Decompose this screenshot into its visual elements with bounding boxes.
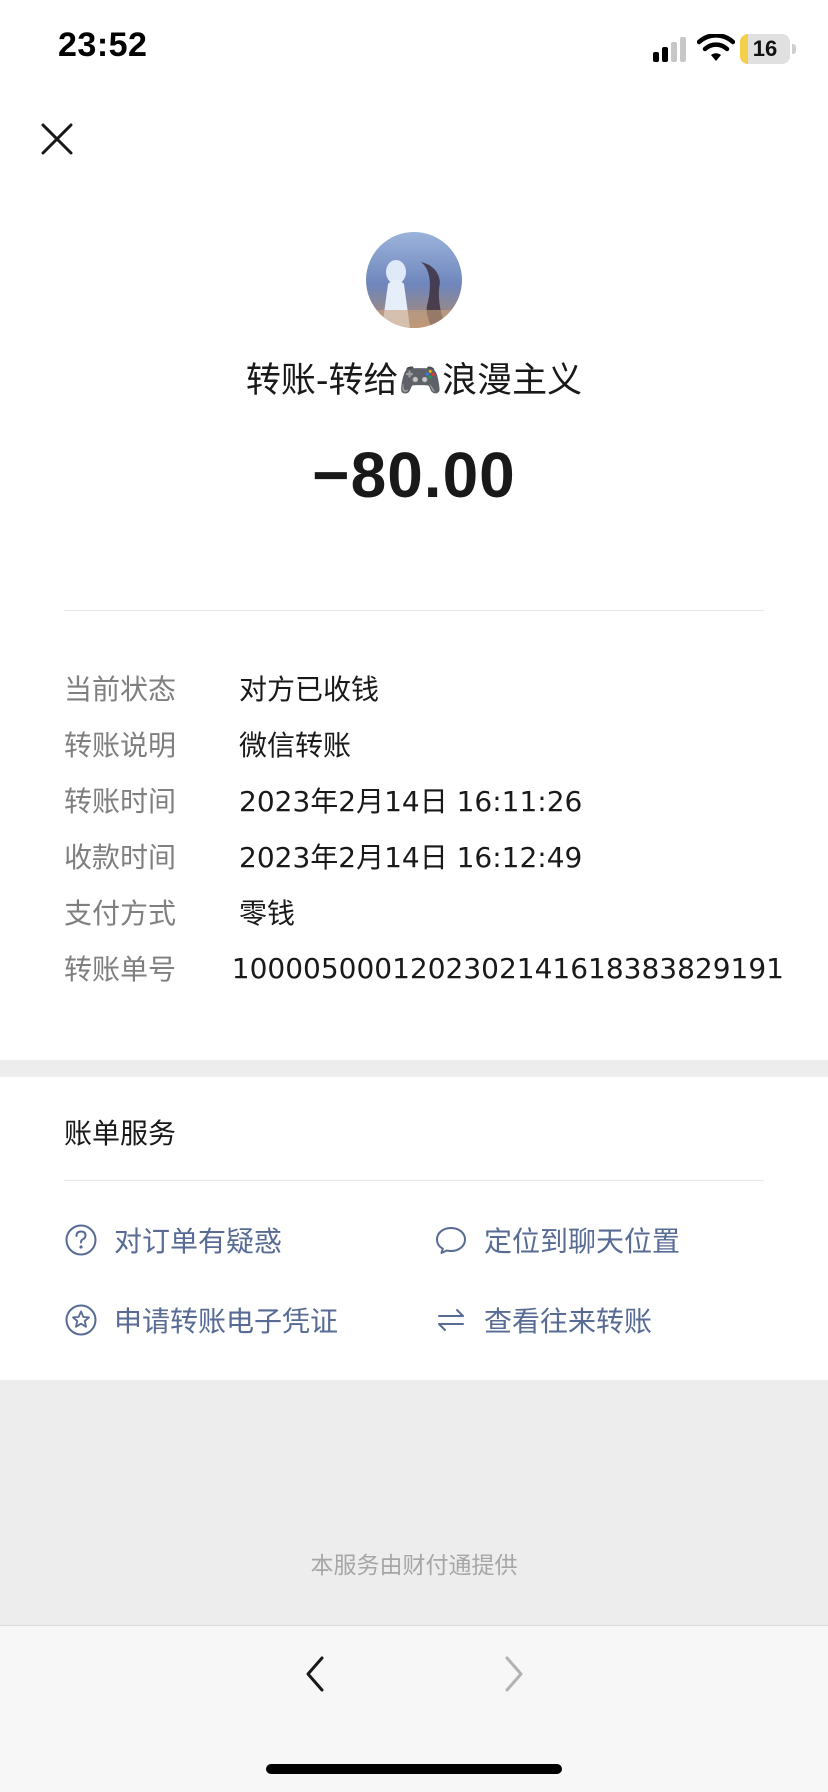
detail-label: 转账单号 <box>64 953 177 986</box>
forward-arrow-icon[interactable] <box>497 1650 533 1698</box>
close-icon[interactable] <box>38 120 76 158</box>
detail-label: 收款时间 <box>64 841 177 874</box>
detail-label: 支付方式 <box>64 897 177 930</box>
detail-value: 2023年2月14日 16:11:26 <box>239 785 583 818</box>
wifi-icon <box>697 34 735 61</box>
view-transfers-link[interactable]: 查看往来转账 <box>434 1298 652 1342</box>
detail-label: 当前状态 <box>64 673 177 706</box>
divider <box>64 610 764 611</box>
detail-value: 2023年2月14日 16:12:49 <box>239 841 583 874</box>
transfer-amount: −80.00 <box>312 439 516 511</box>
footer-area <box>0 1380 828 1625</box>
detail-label: 转账时间 <box>64 785 177 818</box>
detail-row-note: 转账说明 微信转账 <box>64 716 784 772</box>
status-bar: 23:52 16 <box>0 0 828 100</box>
home-indicator <box>266 1764 562 1774</box>
locate-chat-link[interactable]: 定位到聊天位置 <box>434 1218 680 1262</box>
transfer-title: 转账-转给🎮浪漫主义 <box>245 361 583 401</box>
request-voucher-link[interactable]: 申请转账电子凭证 <box>64 1298 338 1342</box>
detail-value: 1000050001202302141618383829191 <box>231 951 784 985</box>
status-time: 23:52 <box>58 26 148 64</box>
detail-row-status: 当前状态 对方已收钱 <box>64 660 784 716</box>
section-separator <box>0 1060 828 1077</box>
detail-value: 微信转账 <box>239 729 352 762</box>
service-label: 定位到聊天位置 <box>484 1225 681 1258</box>
divider <box>64 1180 764 1181</box>
service-label: 查看往来转账 <box>484 1305 653 1338</box>
service-label: 对订单有疑惑 <box>114 1225 283 1258</box>
question-circle-icon <box>65 1224 97 1256</box>
swap-arrows-icon <box>438 1309 464 1331</box>
order-question-link[interactable]: 对订单有疑惑 <box>64 1218 282 1262</box>
chat-bubble-icon <box>436 1227 466 1254</box>
detail-label: 转账说明 <box>64 729 177 762</box>
avatar <box>366 232 462 328</box>
services-title: 账单服务 <box>64 1117 177 1150</box>
transfer-details: 当前状态 对方已收钱 转账说明 微信转账 转账时间 2023年2月14日 16:… <box>64 660 784 996</box>
battery-indicator: 16 <box>740 34 796 64</box>
service-label: 申请转账电子凭证 <box>114 1305 339 1338</box>
battery-level-text: 16 <box>752 36 778 61</box>
back-arrow-icon[interactable] <box>296 1650 332 1698</box>
cellular-signal-icon <box>653 37 686 62</box>
star-circle-icon <box>65 1304 97 1336</box>
detail-value: 对方已收钱 <box>239 673 380 706</box>
detail-row-transaction-id: 转账单号 1000050001202302141618383829191 <box>64 940 784 996</box>
detail-value: 零钱 <box>239 897 296 930</box>
detail-row-transfer-time: 转账时间 2023年2月14日 16:11:26 <box>64 772 784 828</box>
transfer-detail-page: 23:52 16 转账-转给🎮浪漫主义 −80.00 当前状态 对方已收钱 转账… <box>0 0 828 1792</box>
detail-row-receive-time: 收款时间 2023年2月14日 16:12:49 <box>64 828 784 884</box>
footer-note: 本服务由财付通提供 <box>310 1553 518 1579</box>
detail-row-payment-method: 支付方式 零钱 <box>64 884 784 940</box>
